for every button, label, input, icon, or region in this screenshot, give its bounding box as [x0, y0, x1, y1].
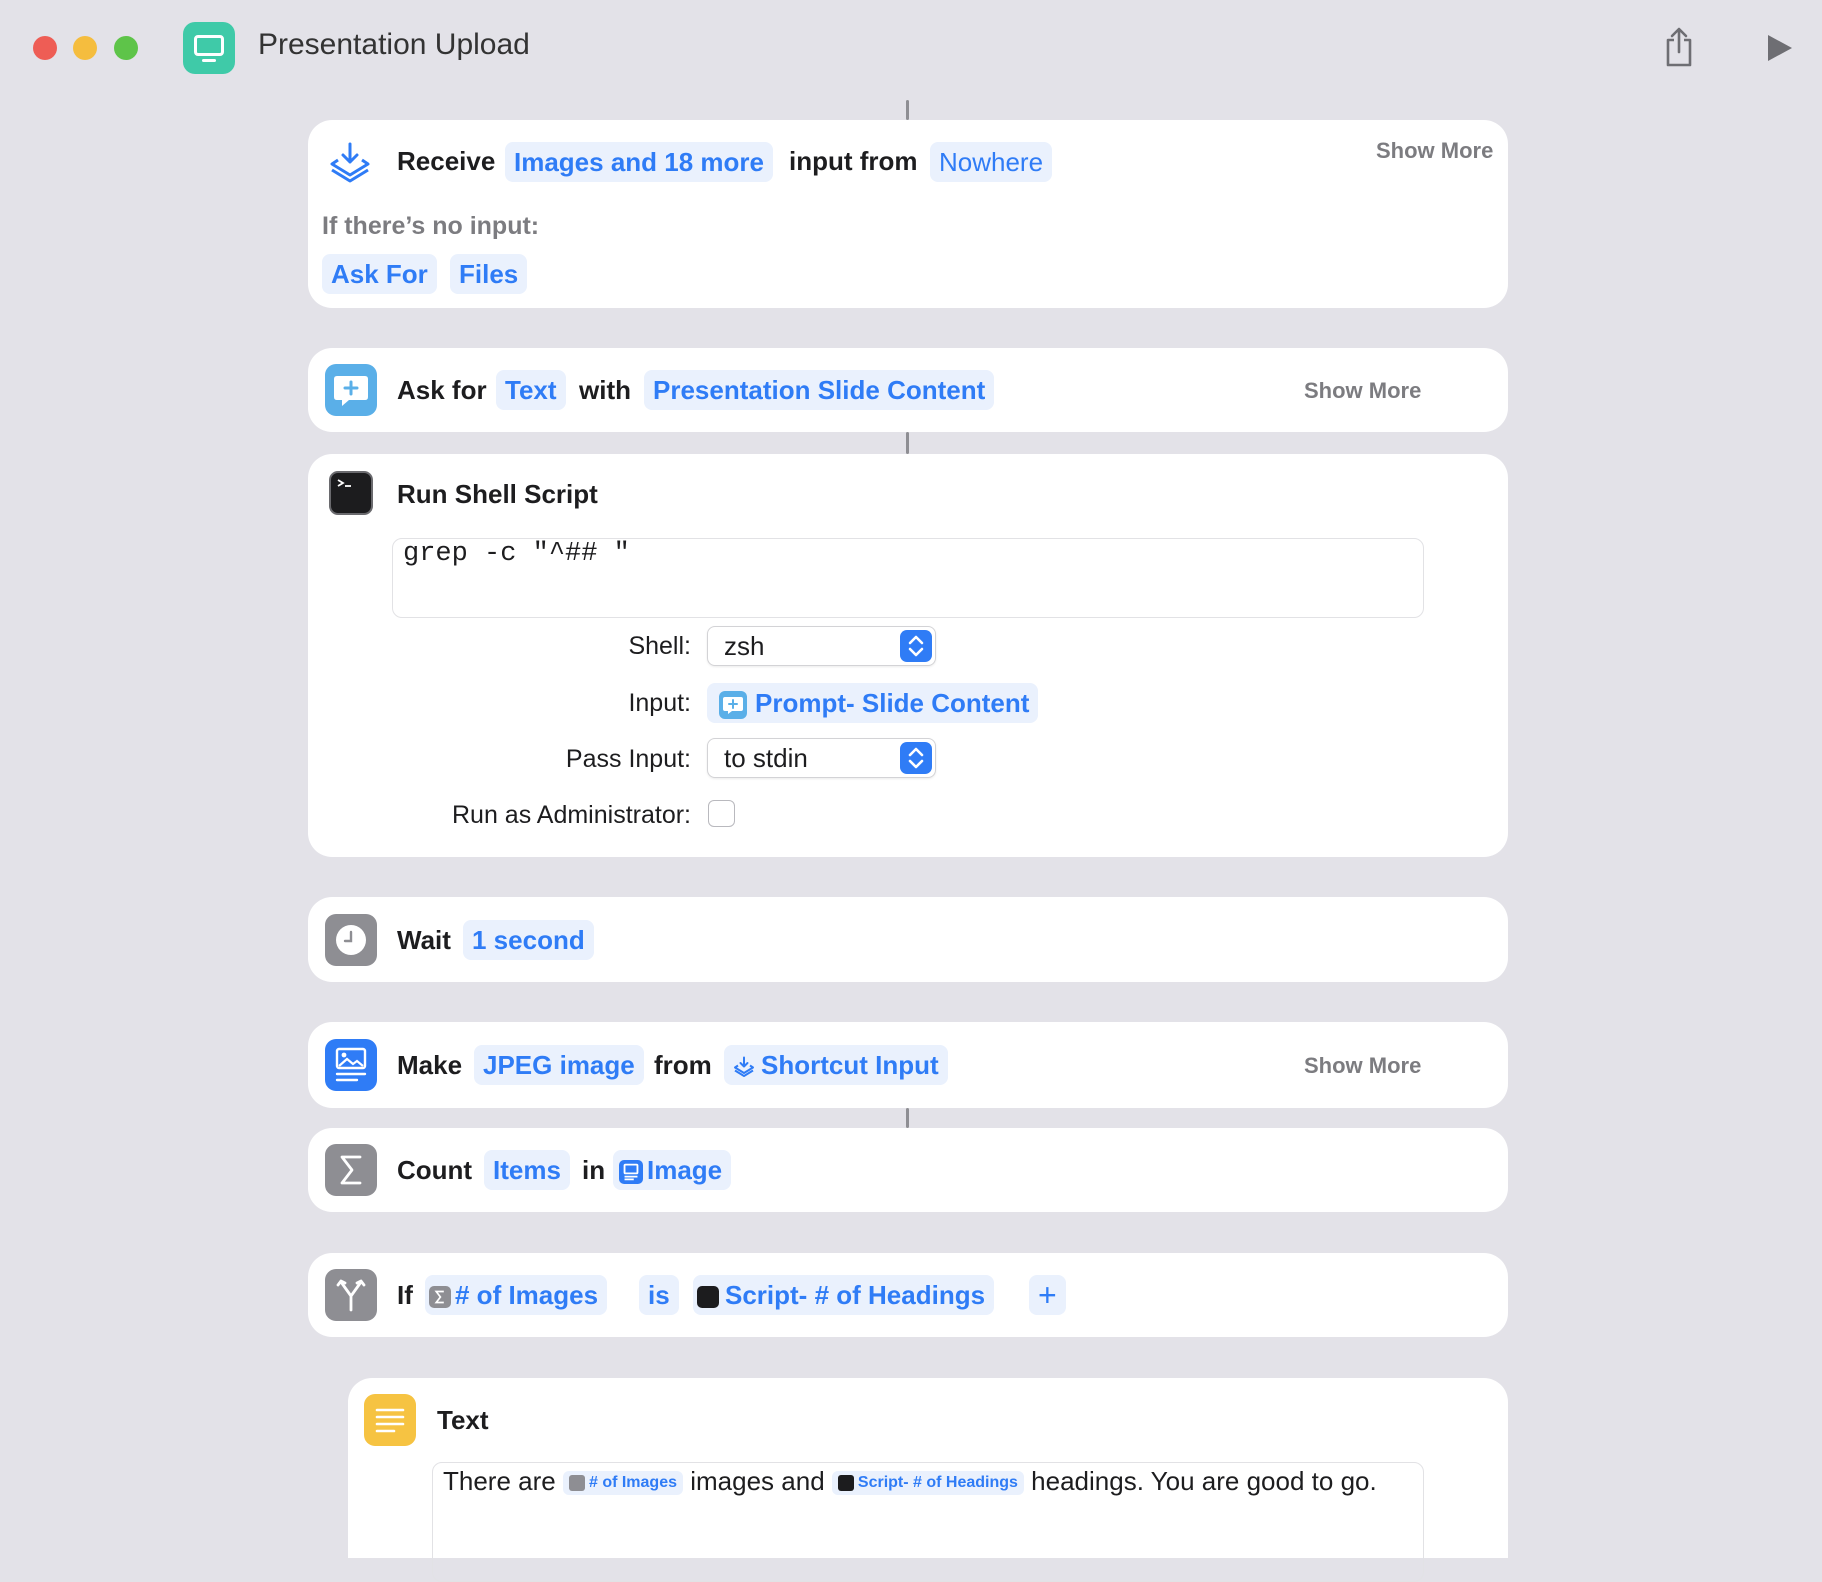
image-document-icon: [619, 1160, 643, 1185]
show-more-button[interactable]: Show More: [1304, 378, 1421, 404]
if-verb: If: [397, 1280, 413, 1310]
make-mid-label: from: [654, 1050, 712, 1080]
close-window-button[interactable]: [33, 36, 57, 60]
count-mid-label: in: [582, 1155, 606, 1185]
text-part: There are: [443, 1466, 556, 1496]
make-source-label: Shortcut Input: [761, 1050, 939, 1080]
show-more-button[interactable]: Show More: [1304, 1053, 1421, 1079]
app-icon: [183, 22, 235, 74]
sigma-icon: [568, 1474, 585, 1491]
play-icon[interactable]: [1766, 33, 1794, 63]
count-source-token[interactable]: Image: [613, 1150, 732, 1190]
chevron-updown-icon: [900, 742, 932, 774]
wait-verb: Wait: [397, 925, 451, 955]
add-condition-button[interactable]: +: [1029, 1275, 1066, 1315]
maximize-window-button[interactable]: [114, 36, 138, 60]
text-lines-icon: [364, 1394, 416, 1446]
make-verb: Make: [397, 1050, 463, 1080]
text-part: headings. You are good to: [1031, 1466, 1334, 1496]
shortcut-input-icon: [734, 1056, 754, 1078]
ask-type-token[interactable]: Text: [496, 370, 566, 410]
title-bar: Presentation Upload: [0, 0, 1822, 96]
text-part: images and: [690, 1466, 825, 1496]
pass-input-popup[interactable]: to stdin: [707, 738, 936, 778]
terminal-icon: [837, 1474, 854, 1491]
image-document-icon: [325, 1039, 377, 1091]
clock-icon: [325, 914, 377, 966]
speech-bubble-icon: [325, 364, 377, 416]
speech-bubble-icon: [719, 691, 747, 720]
shell-value: zsh: [724, 631, 765, 661]
admin-label: Run as Administrator:: [452, 801, 691, 829]
input-label: Input:: [628, 689, 691, 717]
count-source-label: Image: [647, 1155, 723, 1185]
ask-verb: Ask for: [397, 375, 487, 405]
text-editor[interactable]: There are # of Images images and Script-…: [432, 1462, 1424, 1582]
text-title: Text: [437, 1405, 489, 1435]
pass-input-label: Pass Input:: [565, 745, 691, 773]
branch-icon: [325, 1269, 377, 1321]
variable-token[interactable]: # of Images: [562, 1471, 683, 1496]
if-lhs-token[interactable]: # of Images: [425, 1275, 608, 1315]
text-content: There are # of Images images and Script-…: [443, 1465, 1403, 1497]
pass-input-value: to stdin: [724, 743, 808, 773]
connector: [906, 1108, 909, 1128]
chevron-updown-icon: [900, 630, 932, 662]
prompt-token[interactable]: Presentation Slide Content: [644, 370, 995, 410]
input-variable-token[interactable]: Prompt- Slide Content: [707, 683, 1039, 723]
text-part: go.: [1340, 1466, 1377, 1496]
run-as-admin-checkbox[interactable]: [708, 800, 735, 827]
share-icon[interactable]: [1663, 26, 1695, 68]
if-rhs-label: Script- # of Headings: [725, 1280, 986, 1310]
make-source-token[interactable]: Shortcut Input: [724, 1045, 948, 1085]
receive-mid-label: input from: [789, 146, 918, 176]
shell-label: Shell:: [628, 632, 691, 660]
count-verb: Count: [397, 1155, 473, 1185]
minimize-window-button[interactable]: [73, 36, 97, 60]
sigma-icon: [325, 1144, 377, 1196]
variable-token[interactable]: Script- # of Headings: [831, 1471, 1024, 1496]
fallback-type-token[interactable]: Files: [450, 254, 528, 294]
shell-popup[interactable]: zsh: [707, 626, 936, 666]
script-editor[interactable]: grep -c "^## ": [392, 538, 1424, 618]
shortcut-input-icon: [330, 142, 370, 183]
no-input-label: If there’s no input:: [322, 212, 540, 240]
show-more-button[interactable]: Show More: [1376, 138, 1493, 164]
input-source-token[interactable]: Nowhere: [930, 142, 1053, 182]
receive-verb: Receive: [397, 146, 496, 176]
ask-mid-label: with: [579, 375, 631, 405]
count-items-token[interactable]: Items: [484, 1150, 570, 1190]
if-rhs-token[interactable]: Script- # of Headings: [693, 1275, 995, 1315]
wait-duration-token[interactable]: 1 second: [463, 920, 594, 960]
connector: [906, 432, 909, 454]
shell-title: Run Shell Script: [397, 479, 598, 509]
terminal-icon: [329, 471, 373, 515]
terminal-icon: [697, 1286, 719, 1309]
script-text: grep -c "^## ": [403, 539, 630, 569]
window-title: Presentation Upload: [258, 28, 530, 61]
input-types-token[interactable]: Images and 18 more: [505, 142, 773, 182]
fallback-action-token[interactable]: Ask For: [322, 254, 437, 294]
image-format-token[interactable]: JPEG image: [474, 1045, 644, 1085]
variable-label: Script- # of Headings: [857, 1474, 1018, 1492]
input-variable-label: Prompt- Slide Content: [755, 688, 1030, 718]
sigma-icon: [429, 1286, 451, 1309]
connector: [906, 100, 909, 120]
variable-label: # of Images: [588, 1474, 677, 1492]
if-lhs-label: # of Images: [455, 1280, 599, 1310]
if-operator-token[interactable]: is: [639, 1275, 679, 1315]
